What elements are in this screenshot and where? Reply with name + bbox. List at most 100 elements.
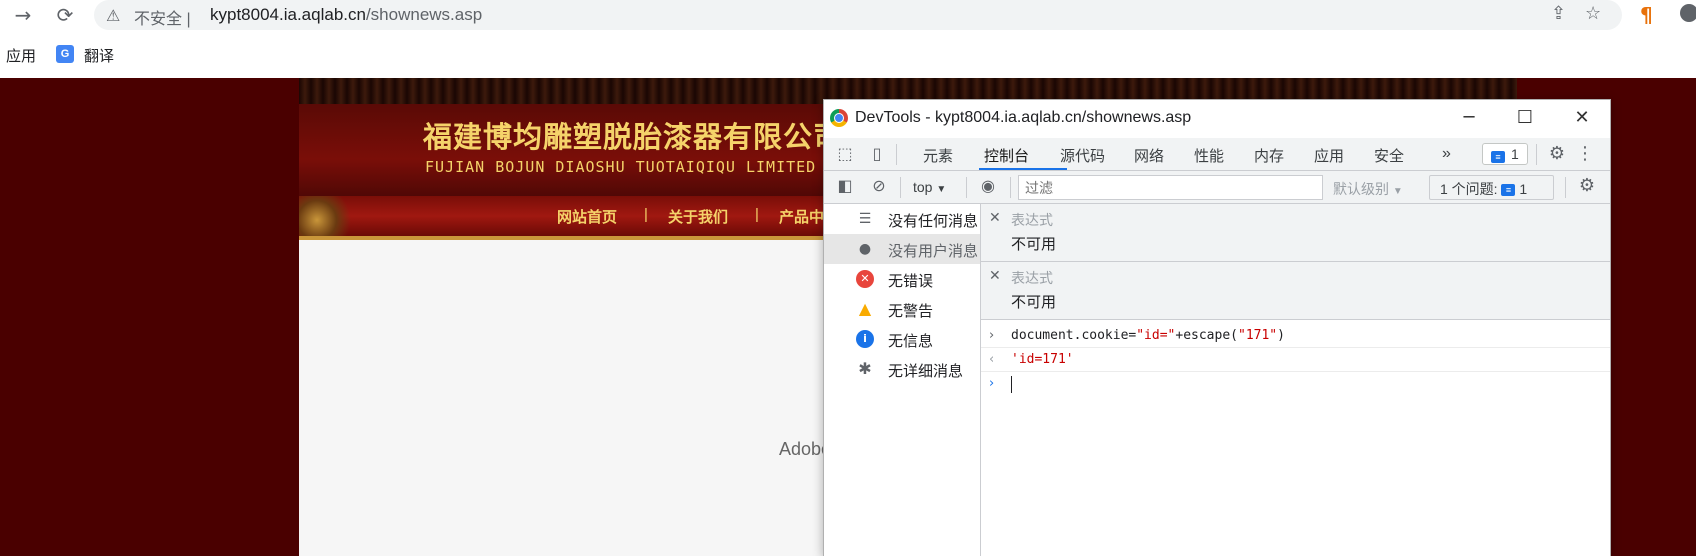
console-input-code: document.cookie="id="+escape("171") bbox=[1011, 328, 1285, 343]
issues-badge-button[interactable]: ≡ 1 bbox=[1482, 143, 1528, 165]
sidebar-item-info[interactable]: i 无信息 bbox=[824, 324, 980, 354]
sidebar-item-label: 无警告 bbox=[888, 303, 934, 320]
security-label-text: 不安全 bbox=[134, 11, 183, 28]
issues-badge-count: 1 bbox=[1511, 146, 1519, 162]
eye-icon[interactable]: ◉ bbox=[976, 176, 1000, 198]
issues-count-button[interactable]: 1 个问题: ≡ 1 bbox=[1429, 175, 1554, 200]
bookmark-apps[interactable]: 应用 bbox=[6, 45, 36, 66]
minimize-icon[interactable]: ─ bbox=[1446, 104, 1492, 132]
code-prefix: document.cookie= bbox=[1011, 328, 1137, 343]
devtools-tabbar: ⬚ ▯ 元素 控制台 源代码 网络 性能 内存 应用 安全 » ≡ 1 ⚙ ⋮ bbox=[824, 138, 1610, 171]
nav-about[interactable]: 关于我们 bbox=[668, 206, 728, 227]
extension-icon[interactable] bbox=[1680, 4, 1696, 22]
code-string: "171" bbox=[1238, 328, 1278, 343]
close-icon[interactable]: ✕ bbox=[1559, 104, 1605, 132]
security-label[interactable]: 不安全 | bbox=[134, 5, 191, 29]
live-expression-label: 表达式 bbox=[1011, 270, 1053, 286]
tab-performance[interactable]: 性能 bbox=[1194, 145, 1224, 166]
console-filter-input[interactable] bbox=[1018, 175, 1323, 200]
live-expression-label: 表达式 bbox=[1011, 212, 1053, 228]
security-separator: | bbox=[186, 11, 191, 28]
warning-triangle-icon[interactable]: ⚠ bbox=[106, 6, 120, 25]
console-settings-gear-icon[interactable]: ⚙ bbox=[1576, 175, 1598, 197]
maximize-icon[interactable]: ☐ bbox=[1502, 104, 1548, 132]
toolbar-divider bbox=[966, 177, 967, 198]
device-toolbar-icon[interactable]: ▯ bbox=[866, 144, 888, 166]
sidebar-item-user-messages[interactable]: ● 没有用户消息 bbox=[824, 234, 980, 264]
inspect-element-icon[interactable]: ⬚ bbox=[834, 144, 856, 166]
warning-icon: ▲ bbox=[858, 299, 872, 318]
share-icon[interactable]: ⇪ bbox=[1551, 3, 1566, 24]
close-icon[interactable]: ✕ bbox=[989, 210, 1001, 226]
log-level-value: 默认级别 bbox=[1333, 181, 1389, 197]
sidebar-item-warnings[interactable]: ▲ 无警告 bbox=[824, 294, 980, 324]
tab-security[interactable]: 安全 bbox=[1374, 145, 1404, 166]
more-options-icon[interactable]: ⋮ bbox=[1576, 143, 1594, 165]
forward-icon[interactable]: → bbox=[10, 2, 36, 28]
live-expression-value: 不可用 bbox=[1011, 294, 1057, 311]
sidebar-item-verbose[interactable]: ✱ 无详细消息 bbox=[824, 354, 980, 384]
prompt-chevron-icon: › bbox=[989, 376, 995, 391]
console-result-value: 'id=171' bbox=[1011, 352, 1074, 367]
sidebar-item-label: 没有用户消息 bbox=[888, 243, 979, 260]
context-selector[interactable]: top ▼ bbox=[913, 179, 946, 195]
devtools-window: DevTools - kypt8004.ia.aqlab.cn/shownews… bbox=[823, 99, 1611, 556]
tabbar-divider bbox=[1536, 144, 1537, 165]
tab-network[interactable]: 网络 bbox=[1134, 145, 1164, 166]
nav-ornament bbox=[299, 196, 359, 236]
tab-elements[interactable]: 元素 bbox=[923, 145, 953, 166]
chevron-down-icon: ▼ bbox=[936, 184, 947, 195]
tab-memory[interactable]: 内存 bbox=[1254, 145, 1284, 166]
sidebar-item-label: 无错误 bbox=[888, 273, 934, 290]
bug-icon: ✱ bbox=[858, 359, 872, 378]
active-tab-indicator bbox=[979, 168, 1067, 170]
console-prompt-line[interactable]: › bbox=[981, 372, 1610, 396]
more-tabs-icon[interactable]: » bbox=[1442, 145, 1451, 163]
live-expression[interactable]: ✕ 表达式 不可用 bbox=[981, 204, 1610, 262]
sidebar-item-label: 没有任何消息 bbox=[888, 213, 979, 230]
bookmark-translate[interactable]: 翻译 bbox=[84, 45, 114, 66]
tab-console[interactable]: 控制台 bbox=[984, 145, 1029, 166]
bookmarks-bar: 应用 G 翻译 bbox=[0, 38, 1696, 72]
tab-sources[interactable]: 源代码 bbox=[1060, 145, 1105, 166]
tabbar-divider bbox=[896, 144, 897, 165]
log-level-selector[interactable]: 默认级别 ▼ bbox=[1333, 179, 1403, 199]
live-expression[interactable]: ✕ 表达式 不可用 bbox=[981, 262, 1610, 320]
clear-console-icon[interactable]: ⊘ bbox=[868, 176, 890, 198]
issue-message-icon: ≡ bbox=[1491, 150, 1505, 163]
star-icon[interactable]: ☆ bbox=[1585, 3, 1601, 24]
list-icon: ☰ bbox=[858, 211, 872, 227]
address-bar[interactable]: ⚠ 不安全 | kypt8004.ia.aqlab.cn/shownews.as… bbox=[94, 0, 1622, 30]
nav-home[interactable]: 网站首页 bbox=[557, 206, 617, 227]
sidebar-item-errors[interactable]: ✕ 无错误 bbox=[824, 264, 980, 294]
console-toolbar: ◧ ⊘ top ▼ ◉ 默认级别 ▼ 1 个问题: ≡ 1 ⚙ bbox=[824, 171, 1610, 204]
toolbar-divider bbox=[900, 177, 901, 198]
sidebar-item-label: 无详细消息 bbox=[888, 363, 964, 380]
browser-toolbar: → ⟳ ⚠ 不安全 | kypt8004.ia.aqlab.cn/shownew… bbox=[0, 0, 1696, 30]
text-cursor bbox=[1011, 376, 1012, 393]
tab-application[interactable]: 应用 bbox=[1314, 145, 1344, 166]
issues-count-value: 1 bbox=[1519, 181, 1528, 197]
console-input-line: › document.cookie="id="+escape("171") bbox=[981, 324, 1610, 348]
nav-separator: | bbox=[644, 206, 648, 223]
user-icon: ● bbox=[858, 241, 872, 257]
code-string: "id=" bbox=[1136, 328, 1176, 343]
live-expression-value: 不可用 bbox=[1011, 236, 1057, 253]
reload-icon[interactable]: ⟳ bbox=[52, 2, 78, 28]
devtools-titlebar[interactable]: DevTools - kypt8004.ia.aqlab.cn/shownews… bbox=[824, 100, 1610, 138]
issues-count-label: 1 个问题: bbox=[1440, 181, 1498, 197]
company-name-cn: 福建博均雕塑脱胎漆器有限公司 bbox=[423, 120, 844, 154]
sidebar-item-all-messages[interactable]: ☰ 没有任何消息 bbox=[824, 204, 980, 234]
sidebar-toggle-icon[interactable]: ◧ bbox=[834, 176, 856, 198]
url-text[interactable]: kypt8004.ia.aqlab.cn/shownews.asp bbox=[210, 5, 482, 25]
extension-paragraph-icon[interactable]: ¶ bbox=[1640, 3, 1653, 27]
translate-icon[interactable]: G bbox=[56, 45, 74, 63]
nav-separator: | bbox=[755, 206, 759, 223]
toolbar-divider bbox=[1565, 177, 1566, 198]
settings-gear-icon[interactable]: ⚙ bbox=[1546, 143, 1568, 165]
context-value: top bbox=[913, 179, 933, 195]
url-host: kypt8004.ia.aqlab.cn bbox=[210, 5, 366, 24]
toolbar-divider bbox=[1010, 177, 1011, 198]
close-icon[interactable]: ✕ bbox=[989, 268, 1001, 284]
console-result-line: ‹ 'id=171' bbox=[981, 348, 1610, 372]
